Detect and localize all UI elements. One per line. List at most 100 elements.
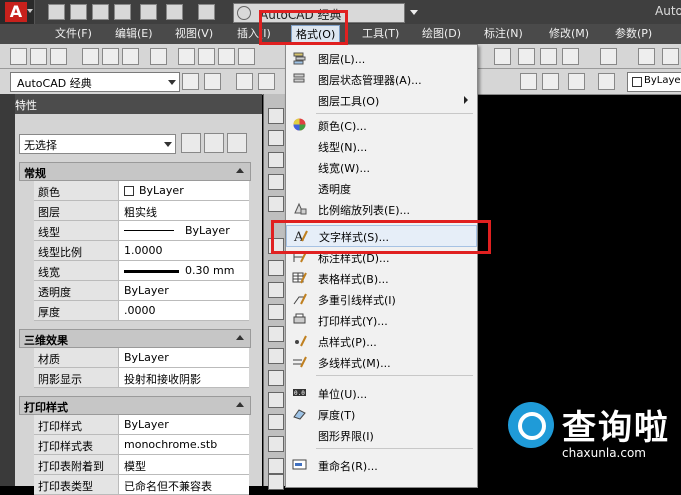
gear-icon[interactable] [182,73,199,90]
spline-icon[interactable] [268,282,284,298]
grip-icon[interactable] [600,48,617,65]
menu-view[interactable]: 视图(V) [175,26,213,42]
layer-iso-icon[interactable] [568,73,585,90]
ellipse-icon[interactable] [268,304,284,320]
annotate-icon[interactable] [662,48,679,65]
property-row[interactable]: 打印样式表 monochrome.stb [34,435,249,455]
select-objects-icon[interactable] [204,133,224,153]
section-plot-style[interactable]: 打印样式 [19,396,251,415]
menu-item-mline-style[interactable]: 多线样式(M)... [286,352,477,372]
menu-item-units[interactable]: 0.0 单位(U)... [286,383,477,403]
gradient-icon[interactable] [268,436,284,452]
revcloud-icon[interactable] [268,260,284,276]
open-folder-icon[interactable] [30,48,47,65]
menu-item-drawing-limits[interactable]: 图形界限(I) [286,425,477,445]
menu-item-transparency[interactable]: 透明度 [286,178,477,198]
save-icon[interactable] [92,4,109,20]
table-icon[interactable] [268,474,284,490]
menu-item-point-style[interactable]: 点样式(P)... [286,331,477,351]
menu-item-mleader-style[interactable]: 多重引线样式(I) [286,289,477,309]
region-icon[interactable] [268,458,284,474]
menu-item-layer-tools[interactable]: 图层工具(O) [286,90,477,110]
open-folder-icon[interactable] [70,4,87,20]
property-row[interactable]: 打印表附着到 模型 [34,455,249,475]
menu-item-color[interactable]: 颜色(C)... [286,115,477,135]
match-properties-icon[interactable] [238,48,255,65]
menu-item-scale-list[interactable]: 比例缩放列表(E)... [286,199,477,219]
property-row[interactable]: 打印样式 ByLayer [34,415,249,435]
print-icon[interactable] [82,48,99,65]
property-row[interactable]: 厚度 .0000 [34,301,249,321]
menu-modify[interactable]: 修改(M) [549,26,589,42]
menu-item-plot-style[interactable]: 打印样式(Y)... [286,310,477,330]
menu-tools[interactable]: 工具(T) [362,26,399,42]
section-general[interactable]: 常规 [19,162,251,181]
menu-item-rename[interactable]: 重命名(R)... [286,455,477,475]
workspace-combo[interactable]: AutoCAD 经典 [10,72,180,92]
dim-icon[interactable] [494,48,511,65]
menu-item-linetype[interactable]: 线型(N)... [286,136,477,156]
layer-manager-icon[interactable] [236,73,253,90]
property-row[interactable]: 透明度 ByLayer [34,281,249,301]
color-combo[interactable]: ByLayer [627,72,681,92]
property-value: ByLayer [124,351,169,364]
property-row[interactable]: 图层 粗实线 [34,201,249,221]
menu-item-layer-state[interactable]: 图层状态管理器(A)... [286,69,477,89]
menu-draw[interactable]: 绘图(D) [422,26,461,42]
cut-icon[interactable] [178,48,195,65]
text-style-icon[interactable] [638,48,655,65]
make-block-icon[interactable] [268,370,284,386]
menu-parametric[interactable]: 参数(P) [615,26,652,42]
rectangle-icon[interactable] [268,196,284,212]
copy-icon[interactable] [198,48,215,65]
point-icon[interactable] [268,392,284,408]
menu-item-lineweight[interactable]: 线宽(W)... [286,157,477,177]
undo-icon[interactable] [166,4,183,20]
publish-icon[interactable] [122,48,139,65]
save-as-icon[interactable] [114,4,131,20]
construction-line-icon[interactable] [268,130,284,146]
workspace-settings-icon[interactable] [204,73,221,90]
print-preview-icon[interactable] [102,48,119,65]
lightbulb-icon[interactable] [258,73,275,90]
property-row[interactable]: 线型 ByLayer [34,221,249,241]
menu-dimension[interactable]: 标注(N) [484,26,523,42]
layer-unisolate-icon[interactable] [598,73,615,90]
polygon-icon[interactable] [268,174,284,190]
layer-state-icon[interactable] [542,73,559,90]
print-icon[interactable] [140,4,157,20]
property-row[interactable]: 线型比例 1.0000 [34,241,249,261]
3d-print-icon[interactable] [150,48,167,65]
selection-combo[interactable]: 无选择 [19,134,176,154]
property-row[interactable]: 材质 ByLayer [34,348,249,368]
property-row[interactable]: 阴影显示 投射和接收阴影 [34,368,249,388]
new-file-icon[interactable] [48,4,65,20]
menu-item-table-style[interactable]: 表格样式(B)... [286,268,477,288]
toggle-pickadd-icon[interactable] [181,133,201,153]
line-icon[interactable] [268,108,284,124]
property-row[interactable]: 打印表类型 已命名但不兼容表 [34,475,249,495]
mleader-icon[interactable] [540,48,557,65]
property-row[interactable]: 线宽 0.30 mm [34,261,249,281]
polyline-icon[interactable] [268,152,284,168]
menu-file[interactable]: 文件(F) [55,26,92,42]
table-icon[interactable] [518,48,535,65]
help-icon[interactable] [562,48,579,65]
property-row[interactable]: 颜色 ByLayer [34,181,249,201]
menu-edit[interactable]: 编辑(E) [115,26,153,42]
highlight-box-text-style [271,220,491,254]
paste-icon[interactable] [218,48,235,65]
layer-previous-icon[interactable] [520,73,537,90]
quick-select-icon[interactable] [227,133,247,153]
menu-item-layer[interactable]: 图层(L)... [286,48,477,68]
save-icon[interactable] [50,48,67,65]
app-menu-button[interactable]: A [0,0,35,24]
new-file-icon[interactable] [10,48,27,65]
section-3d-effects[interactable]: 三维效果 [19,329,251,348]
insert-block-icon[interactable] [268,348,284,364]
menu-item-thickness[interactable]: 厚度(T) [286,404,477,424]
redo-icon[interactable] [198,4,215,20]
hatch-icon[interactable] [268,414,284,430]
ellipse-arc-icon[interactable] [268,326,284,342]
property-key: 线型比例 [38,246,82,259]
